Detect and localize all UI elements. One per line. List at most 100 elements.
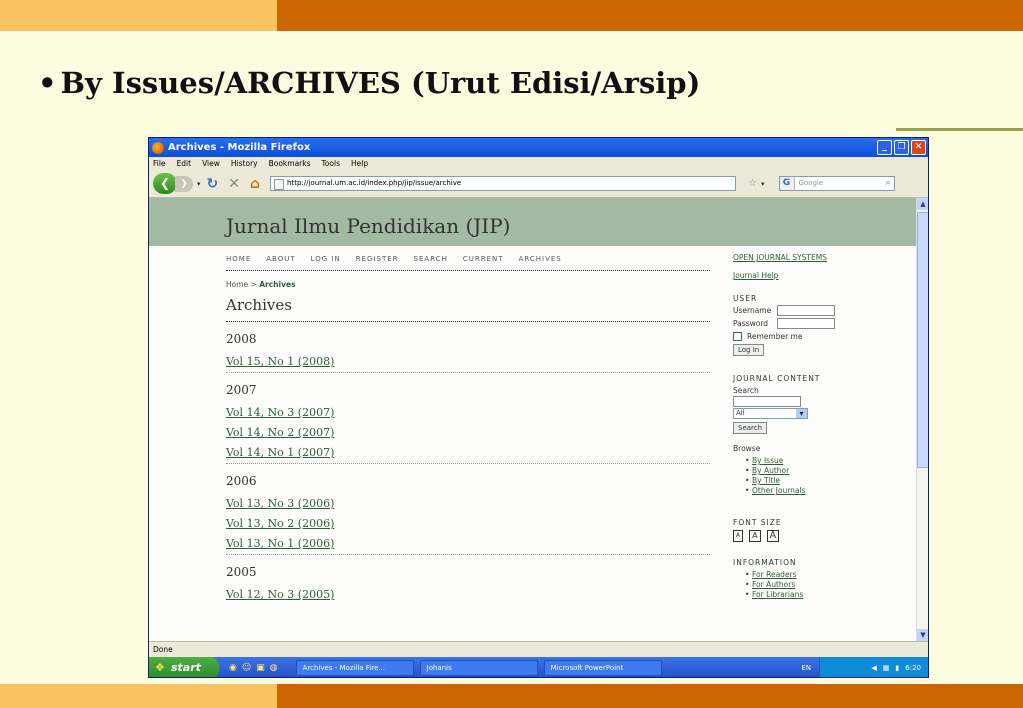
font-medium-button[interactable]: A	[749, 530, 761, 542]
breadcrumb-home[interactable]: Home	[226, 280, 248, 289]
site-nav: HOME ABOUT LOG IN REGISTER SEARCH CURREN…	[226, 255, 710, 263]
sidebar: OPEN JOURNAL SYSTEMS Journal Help USER U…	[733, 198, 913, 600]
home-icon[interactable]: ⌂	[250, 176, 260, 192]
nav-archives[interactable]: ARCHIVES	[519, 255, 562, 263]
search-input[interactable]: Google	[799, 177, 886, 190]
sidebar-search-input[interactable]	[733, 396, 801, 407]
tray-back-icon[interactable]: ◀	[871, 664, 876, 672]
search-scope-select[interactable]: All	[733, 408, 808, 419]
bookmark-star-icon[interactable]: ☆	[748, 178, 757, 189]
other-journals-link[interactable]: Other Journals	[752, 486, 913, 496]
forward-button[interactable]: ❯	[175, 175, 193, 192]
quick-launch: ◉ ☺ ▣ ◍	[229, 663, 278, 673]
stop-icon[interactable]: ✕	[228, 176, 240, 192]
nav-current[interactable]: CURRENT	[463, 255, 504, 263]
scroll-down-icon[interactable]: ▼	[917, 629, 928, 641]
browse-by-title-link[interactable]: By Title	[752, 476, 913, 486]
browse-by-issue-link[interactable]: By Issue	[752, 456, 913, 466]
issue-link[interactable]: Vol 13, No 1 (2006)	[226, 534, 710, 554]
year-group: 2007 Vol 14, No 3 (2007) Vol 14, No 2 (2…	[226, 383, 710, 464]
username-field[interactable]	[777, 305, 835, 316]
journal-help-link[interactable]: Journal Help	[733, 271, 913, 280]
list-item: For Authors	[745, 580, 913, 590]
year-divider	[226, 554, 710, 555]
main-content: HOME ABOUT LOG IN REGISTER SEARCH CURREN…	[226, 246, 710, 605]
login-button[interactable]: Log In	[733, 344, 765, 356]
sidebar-search-button[interactable]: Search	[733, 422, 768, 434]
issue-link[interactable]: Vol 13, No 2 (2006)	[226, 514, 710, 534]
year-group: 2006 Vol 13, No 3 (2006) Vol 13, No 2 (2…	[226, 474, 710, 555]
issue-link[interactable]: Vol 14, No 2 (2007)	[226, 423, 710, 443]
page-viewport: Jurnal Ilmu Pendidikan (JIP) HOME ABOUT …	[149, 198, 916, 641]
list-item: By Author	[745, 466, 913, 476]
messenger-icon[interactable]: ☺	[242, 663, 251, 673]
language-indicator[interactable]: EN	[801, 657, 811, 677]
breadcrumb: Home > Archives	[226, 280, 710, 289]
password-field[interactable]	[777, 318, 835, 329]
search-engine-icon[interactable]: G	[779, 177, 795, 190]
menu-file[interactable]: File	[153, 159, 166, 168]
menu-help[interactable]: Help	[351, 159, 368, 168]
scroll-thumb[interactable]	[917, 212, 928, 468]
start-button[interactable]: start	[149, 657, 219, 677]
font-large-button[interactable]: A	[766, 530, 780, 542]
year-group: 2008 Vol 15, No 1 (2008)	[226, 332, 710, 373]
nav-home[interactable]: HOME	[226, 255, 251, 263]
for-librarians-link[interactable]: For Librarians	[752, 590, 913, 600]
nav-login[interactable]: LOG IN	[311, 255, 341, 263]
menu-edit[interactable]: Edit	[177, 159, 192, 168]
nav-about[interactable]: ABOUT	[266, 255, 295, 263]
remember-label: Remember me	[747, 332, 803, 341]
remember-row: Remember me	[733, 332, 913, 341]
ie-icon[interactable]: ◉	[229, 663, 237, 673]
issue-link[interactable]: Vol 14, No 3 (2007)	[226, 403, 710, 423]
minimize-icon[interactable]: _	[877, 140, 892, 155]
issue-link[interactable]: Vol 12, No 3 (2005)	[226, 585, 710, 605]
remember-checkbox[interactable]	[733, 332, 742, 341]
battery-icon[interactable]: ▮	[895, 664, 899, 672]
browse-by-author-link[interactable]: By Author	[752, 466, 913, 476]
menu-view[interactable]: View	[202, 159, 220, 168]
heading-divider	[226, 321, 710, 322]
magnifier-icon[interactable]: ⌕	[885, 177, 890, 190]
media-icon[interactable]: ▣	[256, 663, 265, 673]
for-readers-link[interactable]: For Readers	[752, 570, 913, 580]
task-powerpoint[interactable]: Microsoft PowerPoint	[543, 660, 662, 676]
clock[interactable]: 6:20	[905, 664, 921, 672]
menu-history[interactable]: History	[231, 159, 258, 168]
vertical-scrollbar[interactable]: ▲ ▼	[916, 198, 928, 641]
year-divider	[226, 463, 710, 464]
url-dropdown-icon[interactable]: ▾	[761, 180, 765, 188]
issue-link[interactable]: Vol 14, No 1 (2007)	[226, 443, 710, 463]
task-firefox[interactable]: Archives - Mozilla Fire...	[295, 660, 414, 676]
firefox-quick-icon[interactable]: ◍	[270, 663, 278, 673]
breadcrumb-separator: >	[250, 280, 257, 289]
history-dropdown-icon[interactable]: ▾	[197, 180, 201, 188]
task-folder[interactable]: Johanis	[419, 660, 538, 676]
status-bar: Done	[149, 641, 928, 657]
issue-link[interactable]: Vol 15, No 1 (2008)	[226, 352, 710, 372]
nav-search[interactable]: SEARCH	[414, 255, 448, 263]
window-titlebar[interactable]: Archives - Mozilla Firefox _ ❐ ✕	[149, 138, 928, 157]
ojs-link[interactable]: OPEN JOURNAL SYSTEMS	[733, 253, 913, 262]
menu-tools[interactable]: Tools	[322, 159, 340, 168]
search-bar[interactable]: G Google ⌕	[778, 176, 895, 191]
menu-bookmarks[interactable]: Bookmarks	[269, 159, 311, 168]
list-item: For Librarians	[745, 590, 913, 600]
network-icon[interactable]: ▦	[883, 664, 890, 672]
nav-register[interactable]: REGISTER	[356, 255, 399, 263]
for-authors-link[interactable]: For Authors	[752, 580, 913, 590]
page-heading: Archives	[226, 296, 292, 314]
firefox-icon	[152, 141, 164, 154]
maximize-icon[interactable]: ❐	[894, 140, 909, 155]
close-icon[interactable]: ✕	[911, 140, 926, 155]
address-bar[interactable]: http://journal.um.ac.id/index.php/jip/is…	[270, 176, 737, 191]
font-small-button[interactable]: A	[733, 530, 744, 542]
back-button[interactable]: ❮	[153, 173, 177, 194]
site-title: Jurnal Ilmu Pendidikan (JIP)	[226, 214, 511, 238]
reload-icon[interactable]: ↻	[207, 176, 219, 192]
slide-accent-line	[896, 128, 1023, 131]
scroll-up-icon[interactable]: ▲	[917, 198, 928, 210]
menu-bar: File Edit View History Bookmarks Tools H…	[149, 157, 928, 170]
issue-link[interactable]: Vol 13, No 3 (2006)	[226, 494, 710, 514]
